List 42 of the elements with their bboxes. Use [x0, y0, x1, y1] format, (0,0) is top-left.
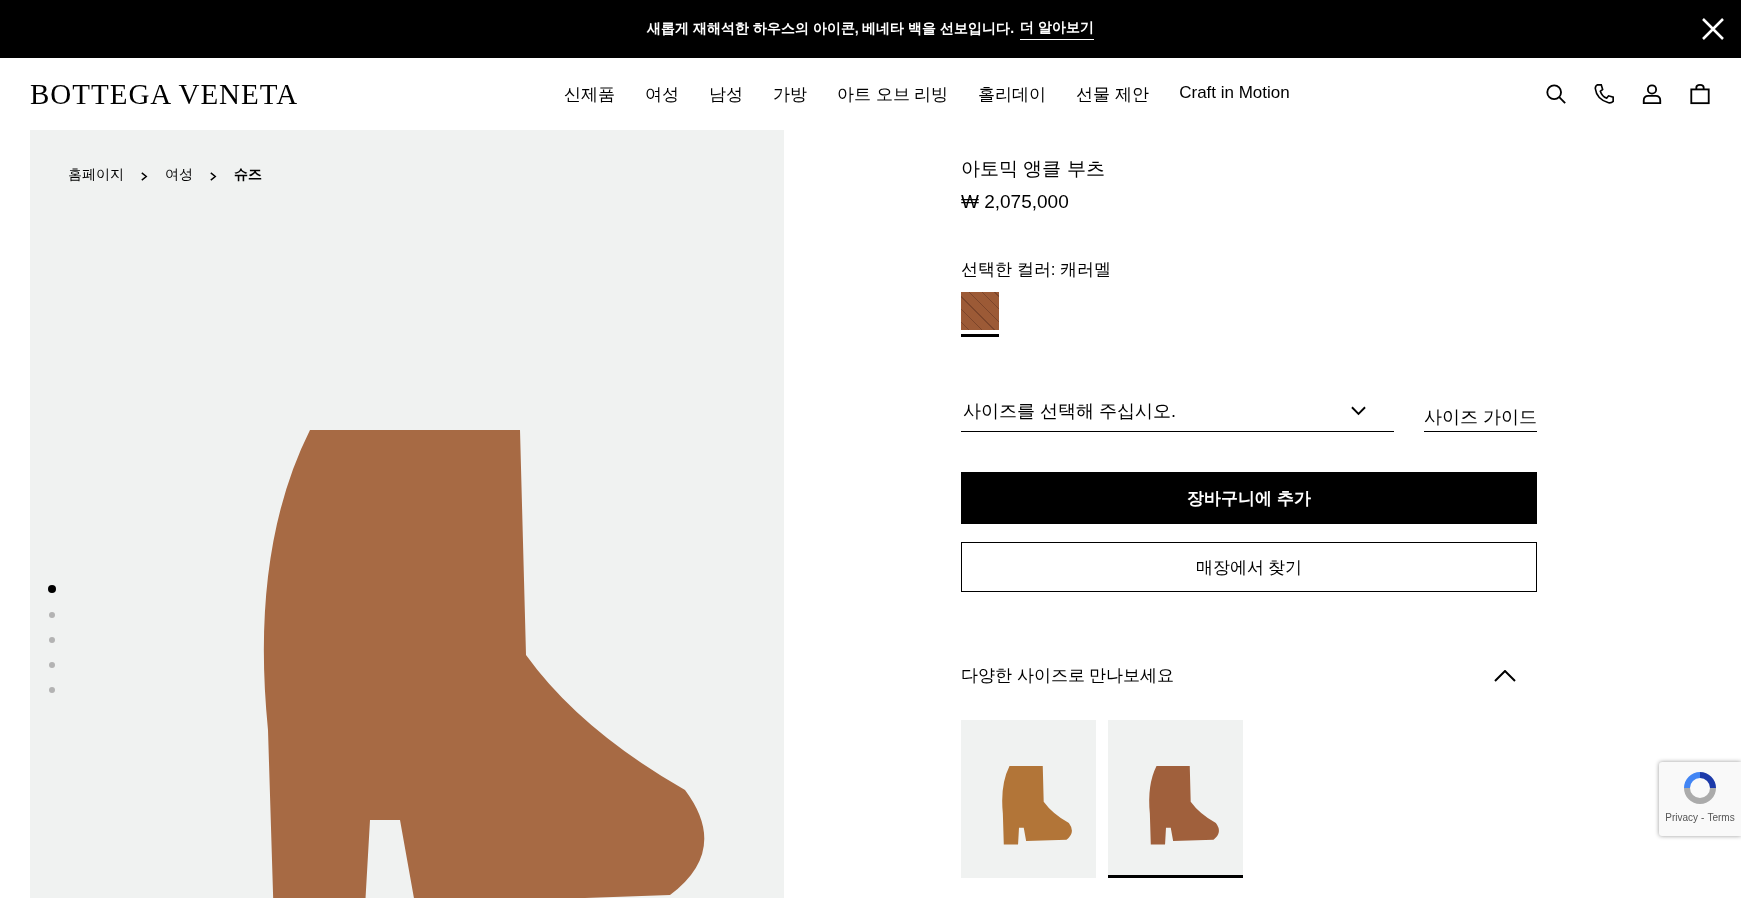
- shopping-bag-icon[interactable]: [1689, 83, 1711, 105]
- privacy-link[interactable]: Privacy: [1665, 812, 1699, 823]
- terms-link[interactable]: Terms: [1707, 812, 1735, 823]
- chevron-right-icon: [140, 172, 149, 181]
- find-in-store-button[interactable]: 매장에서 찾기: [961, 542, 1537, 592]
- nav-link[interactable]: Craft in Motion: [1179, 82, 1290, 106]
- breadcrumb-link[interactable]: 여성: [165, 166, 193, 184]
- nav-link[interactable]: 여성: [645, 82, 679, 106]
- learn-more-link[interactable]: 더 알아보기: [1020, 18, 1094, 40]
- carousel-dot[interactable]: [49, 662, 55, 668]
- carousel-dot[interactable]: [49, 637, 55, 643]
- add-to-cart-button[interactable]: 장바구니에 추가: [961, 472, 1537, 524]
- close-icon[interactable]: [1701, 17, 1725, 41]
- carousel-dot[interactable]: [49, 687, 55, 693]
- account-icon[interactable]: [1641, 83, 1663, 105]
- phone-icon[interactable]: [1593, 83, 1615, 105]
- product-price: ₩ 2,075,000: [961, 191, 1070, 213]
- carousel-dot[interactable]: [49, 612, 55, 618]
- product-title: 아토믹 앵클 부츠: [961, 157, 1106, 181]
- nav-link[interactable]: 선물 제안: [1076, 82, 1150, 106]
- color-swatch[interactable]: [961, 292, 999, 337]
- nav-link[interactable]: 신제품: [564, 82, 615, 106]
- selected-color-label: 선택한 컬러: 캐러멜: [961, 259, 1113, 281]
- brand-logo[interactable]: BOTTEGA VENETA: [30, 77, 299, 111]
- chevron-up-icon[interactable]: [1494, 669, 1516, 682]
- nav-link[interactable]: 아트 오브 리빙: [837, 82, 949, 106]
- breadcrumb-link[interactable]: 슈즈: [234, 166, 262, 184]
- product-thumbnail[interactable]: [1108, 720, 1243, 878]
- chevron-down-icon: [1351, 406, 1366, 416]
- separator-text: -: [1701, 812, 1705, 823]
- search-icon[interactable]: [1545, 83, 1567, 105]
- size-guide-link[interactable]: 사이즈 가이드: [1424, 405, 1537, 432]
- announcement-text: 새롭게 재해석한 하우스의 아이콘, 베네타 백을 선보입니다.: [647, 20, 1015, 38]
- carousel-dot[interactable]: [48, 585, 56, 593]
- product-thumbnail[interactable]: [961, 720, 1096, 878]
- nav-link[interactable]: 홀리데이: [978, 82, 1047, 106]
- section-heading: 다양한 사이즈로 만나보세요: [961, 665, 1175, 687]
- size-select[interactable]: 사이즈를 선택해 주십시오.: [961, 399, 1394, 432]
- breadcrumb-link[interactable]: 홈페이지: [68, 166, 124, 184]
- chevron-right-icon: [209, 172, 218, 181]
- nav-link[interactable]: 남성: [709, 82, 743, 106]
- nav-link[interactable]: 가방: [773, 82, 807, 106]
